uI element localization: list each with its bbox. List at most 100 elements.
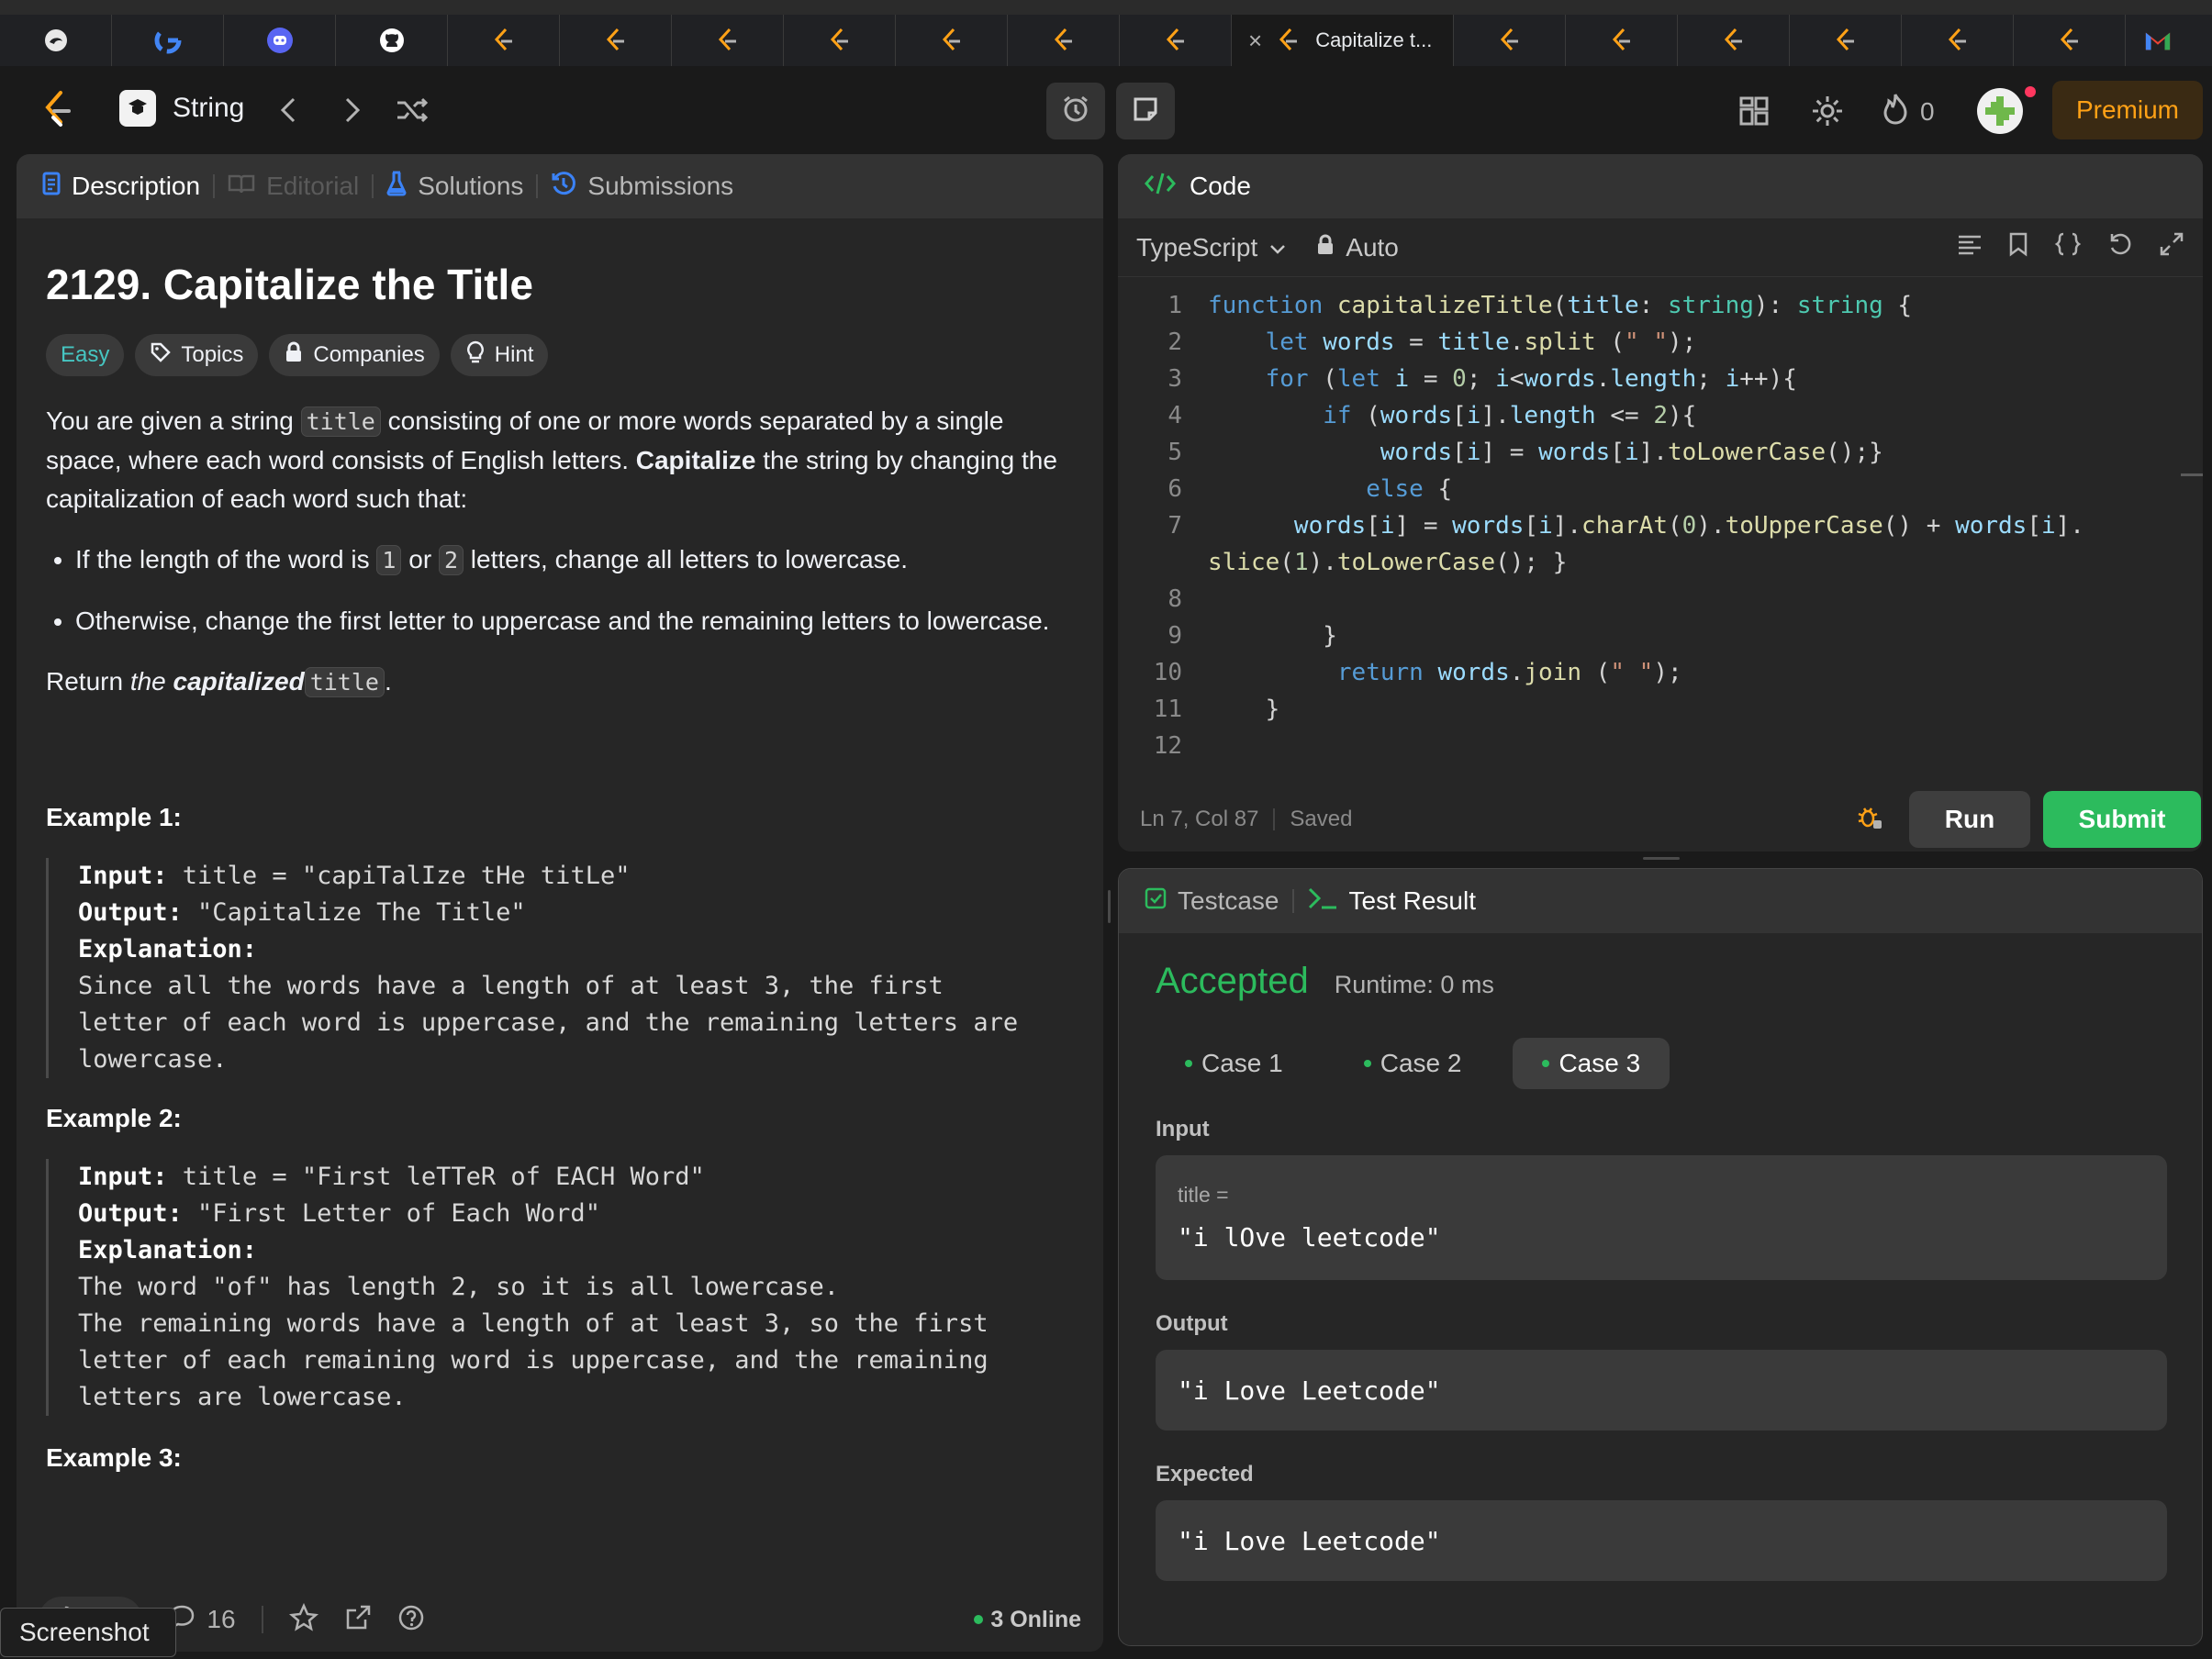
submit-button[interactable]: Submit (2043, 791, 2201, 848)
code-line[interactable]: 6 else { (1118, 475, 2203, 512)
case-tab-active[interactable]: Case 3 (1513, 1038, 1670, 1089)
prev-problem-button[interactable] (275, 94, 303, 127)
star-icon[interactable] (288, 1602, 318, 1637)
line-number: 3 (1167, 365, 1182, 393)
code-header: Code (1118, 154, 2203, 218)
case-tab[interactable]: Case 2 (1335, 1038, 1491, 1089)
browser-tab[interactable] (1008, 15, 1120, 66)
code-editor[interactable]: 1 function capitalizeTitle(title: string)… (1118, 292, 2203, 769)
language-select[interactable]: TypeScript (1136, 233, 1287, 262)
browser-tab[interactable] (1790, 15, 1902, 66)
share-icon[interactable] (344, 1604, 372, 1636)
tab-title: Capitalize t... (1315, 28, 1433, 51)
code-text: for (let i = 0; i<words.length; i++){ (1265, 365, 1797, 393)
close-icon[interactable]: × (1248, 27, 1262, 55)
horizontal-splitter[interactable] (1643, 857, 1680, 860)
tab-editorial[interactable]: Editorial (228, 172, 359, 201)
format-icon[interactable] (1957, 233, 1983, 262)
help-icon[interactable] (397, 1604, 425, 1636)
browser-tab[interactable] (448, 15, 560, 66)
flask-icon (386, 171, 407, 203)
code-text: } (1208, 696, 1280, 723)
explanation-text: Since all the words have a length of at … (78, 972, 1019, 1074)
code-line[interactable]: 2 let words = title.split (" "); (1118, 328, 2203, 365)
code-line[interactable]: 1 function capitalizeTitle(title: string)… (1118, 292, 2203, 328)
code-line[interactable]: 7 words[i] = words[i].charAt(0).toUpperC… (1118, 512, 2203, 549)
tab-submissions-label: Submissions (587, 172, 734, 200)
browser-tab[interactable] (896, 15, 1008, 66)
browser-tab[interactable] (2014, 15, 2126, 66)
online-dot (974, 1615, 984, 1624)
browser-tab[interactable] (1902, 15, 2014, 66)
code-line[interactable]: slice(1).toLowerCase(); } (1118, 549, 2203, 585)
code-line[interactable]: 11 } (1118, 696, 2203, 732)
code-text: words[i] = words[i].toLowerCase();} (1380, 439, 1883, 466)
code-line[interactable]: 3 for (let i = 0; i<words.length; i++){ (1118, 365, 2203, 402)
browser-tab[interactable] (1120, 15, 1232, 66)
hint-button[interactable]: Hint (450, 334, 549, 376)
browser-tab[interactable] (1566, 15, 1678, 66)
browser-tab-active[interactable]: × Capitalize t... (1232, 15, 1454, 66)
browser-tab[interactable] (2126, 15, 2190, 66)
streak-counter[interactable]: 0 (1882, 92, 1935, 131)
browser-tab[interactable] (0, 15, 112, 66)
browser-tab[interactable] (784, 15, 896, 66)
shuffle-button[interactable] (395, 94, 430, 127)
code-line[interactable]: 4 if (words[i].length <= 2){ (1118, 402, 2203, 439)
browser-tab[interactable] (336, 15, 448, 66)
expand-icon[interactable] (2159, 231, 2184, 263)
code-icon (1144, 171, 1177, 203)
browser-tab[interactable] (1454, 15, 1566, 66)
tab-testcase[interactable]: Testcase (1145, 886, 1279, 916)
code-line[interactable]: 8 (1118, 585, 2203, 622)
layout-button[interactable] (1738, 95, 1770, 127)
timer-button[interactable] (1046, 83, 1105, 139)
browser-tab[interactable] (1678, 15, 1790, 66)
bookmark-icon[interactable] (2008, 231, 2028, 263)
code-line[interactable]: 12 (1118, 732, 2203, 769)
tab-submissions[interactable]: Submissions (551, 171, 733, 203)
reset-icon[interactable] (2107, 231, 2133, 263)
debug-icon[interactable] (1856, 803, 1883, 837)
expected-value: "i Love Leetcode" (1178, 1525, 1441, 1556)
settings-button[interactable] (1810, 94, 1845, 133)
case-tab[interactable]: Case 1 (1156, 1038, 1313, 1089)
expected-label: Expected (1156, 1462, 1254, 1486)
browser-tab[interactable] (672, 15, 784, 66)
leetcode-icon (1832, 27, 1860, 54)
list-item-text: letters, change all letters to lowercase… (464, 545, 909, 573)
tab-description[interactable]: Description (42, 172, 200, 202)
avatar[interactable] (1977, 88, 2023, 134)
notes-button[interactable] (1116, 83, 1175, 139)
input-box: title = "i lOve leetcode" (1156, 1155, 2167, 1280)
line-number: 7 (1167, 512, 1182, 540)
code-line[interactable]: 10 return words.join (" "); (1118, 659, 2203, 696)
browser-tab[interactable] (112, 15, 224, 66)
output-label: Output: (78, 1199, 183, 1228)
history-icon (551, 171, 576, 203)
run-button[interactable]: Run (1909, 791, 2030, 848)
browser-tab[interactable] (224, 15, 336, 66)
browser-tab[interactable] (560, 15, 672, 66)
browser-tab-strip: × Capitalize t... (0, 0, 2212, 66)
companies-button[interactable]: Companies (269, 334, 440, 376)
braces-icon[interactable] (2054, 231, 2082, 263)
next-problem-button[interactable] (338, 94, 365, 127)
vertical-splitter[interactable] (1108, 890, 1111, 923)
topics-button[interactable]: Topics (135, 334, 259, 376)
comments-button[interactable]: 16 (168, 1604, 236, 1636)
line-number: 6 (1167, 475, 1182, 503)
online-count: 3 Online (990, 1606, 1081, 1632)
list-item: Otherwise, change the first letter to up… (75, 602, 1074, 640)
leetcode-logo[interactable] (40, 90, 73, 128)
leetcode-icon (1050, 27, 1078, 54)
tab-test-result[interactable]: Test Result (1307, 886, 1476, 917)
tab-solutions[interactable]: Solutions (386, 171, 523, 203)
code-line[interactable]: 9 } (1118, 622, 2203, 659)
problem-list-button[interactable]: String (119, 90, 244, 127)
auto-mode[interactable]: Auto (1316, 233, 1399, 262)
editor-scrollbar-thumb[interactable] (2181, 473, 2203, 476)
code-line[interactable]: 5 words[i] = words[i].toLowerCase();} (1118, 439, 2203, 475)
output-value: "Capitalize The Title" (182, 898, 526, 927)
premium-button[interactable]: Premium (2052, 81, 2203, 139)
